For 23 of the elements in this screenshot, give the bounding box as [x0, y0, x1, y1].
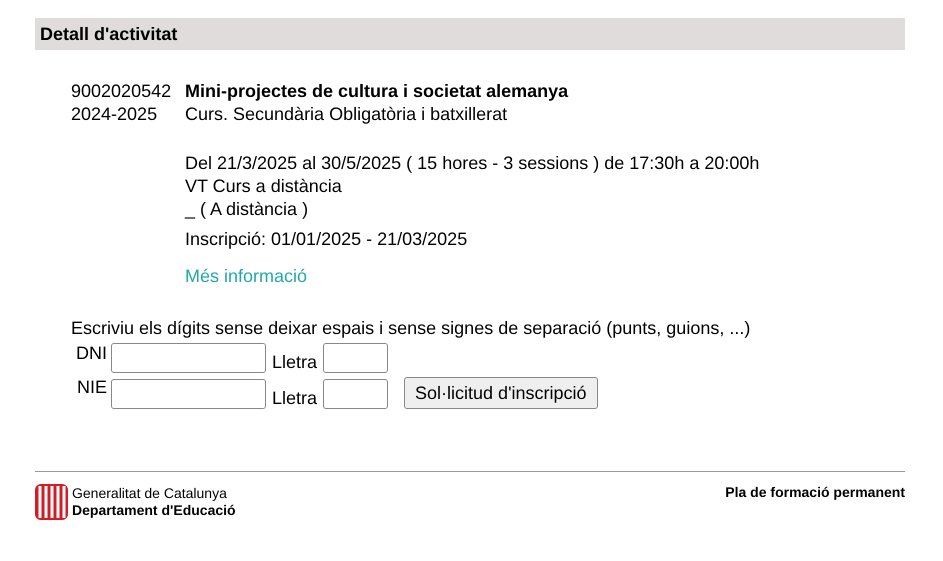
instruction-text: Escriviu els dígits sense deixar espais i sense signes de separació (punts, guions, ...) [71, 318, 752, 339]
submit-button[interactable]: Sol·licitud d'inscripció [404, 377, 598, 409]
section-title: Detall d'activitat [40, 24, 178, 44]
activity-detail: VT Curs a distància [185, 175, 343, 198]
id-number-field[interactable] [111, 343, 266, 373]
id-label: NIE [76, 377, 107, 398]
letter-label: Lletra [272, 352, 318, 373]
letter-field[interactable] [323, 343, 388, 373]
org-name: Generalitat de Catalunya [72, 485, 228, 502]
activity-code: 9002020542 [71, 80, 172, 103]
department-name: Departament d'Educació [72, 502, 236, 519]
program-name: Pla de formació permanent [725, 484, 905, 502]
activity-title: Mini-projectes de cultura i societat alemanya [185, 80, 570, 103]
letter-label: Lletra [272, 388, 318, 409]
academic-year: 2024-2025 [71, 103, 158, 126]
registration-dates: Inscripció: 01/01/2025 - 21/03/2025 [185, 228, 468, 251]
logo-icon [35, 484, 68, 520]
id-number-field[interactable] [111, 379, 266, 409]
activity-detail: _ ( A distància ) [185, 198, 310, 221]
activity-type: Curs. Secundària Obligatòria i batxillerat [185, 103, 508, 126]
id-label: DNI [75, 343, 107, 364]
activity-detail: Del 21/3/2025 al 30/5/2025 ( 15 hores - 3 sessions ) de 17:30h a 20:00h [185, 152, 760, 175]
letter-field[interactable] [323, 379, 388, 409]
